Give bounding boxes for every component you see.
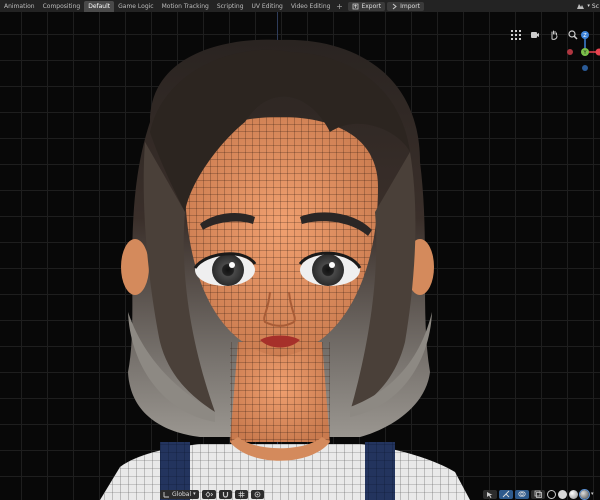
orientation-icon xyxy=(163,491,169,497)
gizmo-icon xyxy=(502,490,510,498)
gizmo-x-axis[interactable] xyxy=(595,48,600,56)
rendered-shading-icon[interactable] xyxy=(579,488,590,500)
snap-target-dropdown[interactable] xyxy=(234,489,248,499)
hand-pan-icon[interactable] xyxy=(548,29,560,41)
snapping-toggle[interactable] xyxy=(218,489,232,499)
scene-chevron-icon: ▾ xyxy=(587,3,590,9)
viewport-shading-controls: ▾ xyxy=(483,488,600,500)
import-icon xyxy=(392,3,397,9)
orientation-chevron-icon: ▾ xyxy=(193,491,196,497)
grid-icon[interactable] xyxy=(510,29,522,41)
scene-icon xyxy=(577,4,585,9)
pivot-point-dropdown[interactable] xyxy=(201,489,216,499)
pivot-icon xyxy=(205,490,213,498)
scene-label: Sc xyxy=(591,2,599,10)
tab-animation[interactable]: Animation xyxy=(0,1,39,12)
magnet-icon xyxy=(222,491,228,498)
export-label: Export xyxy=(361,2,382,10)
tab-game-logic[interactable]: Game Logic xyxy=(114,1,157,12)
3d-viewport[interactable]: Z Y xyxy=(0,12,600,500)
overlays-toggle[interactable] xyxy=(515,489,529,499)
gizmo-toggle[interactable] xyxy=(499,489,513,499)
xray-toggle[interactable] xyxy=(531,489,545,499)
xray-icon xyxy=(534,490,542,498)
material-preview-shading-icon[interactable] xyxy=(569,489,578,499)
scene-selector[interactable]: ▾ Sc xyxy=(576,0,600,12)
character-model xyxy=(100,39,470,500)
visibility-dropdown[interactable] xyxy=(483,489,497,499)
tab-scripting[interactable]: Scripting xyxy=(213,1,248,12)
viewport-bottom-header: Global ▾ xyxy=(160,488,280,500)
gizmo-z-label: Z xyxy=(583,33,587,39)
proportional-icon xyxy=(254,491,261,497)
import-label: Import xyxy=(400,2,421,10)
selectability-icon xyxy=(487,491,493,498)
tab-video-editing[interactable]: Video Editing xyxy=(287,1,335,12)
wireframe-shading-icon[interactable] xyxy=(547,489,556,499)
tab-compositing[interactable]: Compositing xyxy=(39,1,85,12)
transform-orientation-dropdown[interactable]: Global ▾ xyxy=(160,489,199,499)
tab-motion-tracking[interactable]: Motion Tracking xyxy=(158,1,213,12)
add-workspace-button[interactable]: + xyxy=(334,1,344,12)
tab-default[interactable]: Default xyxy=(84,0,115,12)
orientation-label: Global xyxy=(172,490,192,498)
tab-uv-editing[interactable]: UV Editing xyxy=(248,1,287,12)
gizmo-neg-x-axis[interactable] xyxy=(567,49,573,55)
proportional-editing-toggle[interactable] xyxy=(250,489,264,499)
export-icon xyxy=(353,3,359,9)
export-button[interactable]: Export xyxy=(348,1,386,11)
snap-grid-icon xyxy=(238,491,245,497)
camera-icon[interactable] xyxy=(529,29,541,41)
import-button[interactable]: Import xyxy=(387,1,425,11)
overlays-icon xyxy=(518,491,526,497)
solid-shading-icon[interactable] xyxy=(558,489,567,499)
gizmo-neg-z-axis[interactable] xyxy=(582,65,588,71)
shading-options-chevron-icon[interactable]: ▾ xyxy=(591,491,594,497)
axis-gizmo[interactable]: Z Y xyxy=(565,27,600,72)
